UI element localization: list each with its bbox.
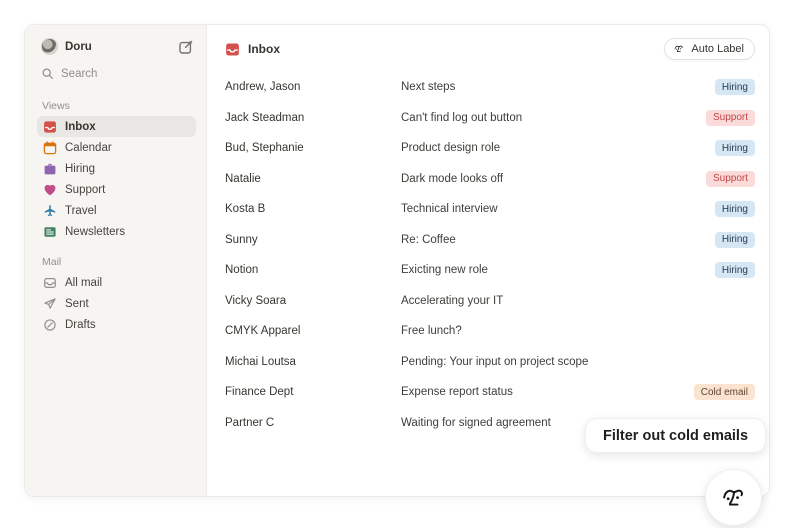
sidebar-item-all-mail[interactable]: All mail	[37, 272, 196, 293]
label-badge-hiring: Hiring	[715, 201, 755, 217]
email-sender: Bud, Stephanie	[225, 142, 401, 154]
ai-face-icon	[719, 483, 749, 513]
sidebar-item-label: All mail	[65, 277, 102, 289]
label-badge-hiring: Hiring	[715, 232, 755, 248]
filter-cold-emails-tooltip[interactable]: Filter out cold emails	[585, 418, 766, 453]
sidebar-sections: Views Inbox Calendar Hiring Support Travel New…	[37, 100, 196, 335]
email-row[interactable]: Vicky SoaraAccelerating your IT	[207, 286, 769, 317]
sidebar-item-sent[interactable]: Sent	[37, 293, 196, 314]
page-title: Inbox	[248, 42, 656, 56]
sidebar-item-newsletters[interactable]: Newsletters	[37, 221, 196, 242]
email-sender: CMYK Apparel	[225, 325, 401, 337]
email-subject: Free lunch?	[401, 325, 755, 337]
plane-icon	[43, 204, 57, 218]
ai-face-icon	[673, 43, 685, 55]
inbox-header: Inbox Auto Label	[207, 25, 769, 70]
email-sender: Natalie	[225, 173, 401, 185]
email-row[interactable]: Kosta BTechnical interviewHiring	[207, 194, 769, 225]
email-row[interactable]: Jack SteadmanCan't find log out buttonSu…	[207, 103, 769, 134]
email-sender: Andrew, Jason	[225, 81, 401, 93]
email-subject: Re: Coffee	[401, 234, 715, 246]
briefcase-icon	[43, 162, 57, 176]
section-label: Mail	[42, 256, 196, 268]
email-subject: Pending: Your input on project scope	[401, 356, 755, 368]
sidebar-item-label: Newsletters	[65, 226, 125, 238]
email-subject: Dark mode looks off	[401, 173, 706, 185]
email-row[interactable]: Michai LoutsaPending: Your input on proj…	[207, 347, 769, 378]
email-row[interactable]: Andrew, JasonNext stepsHiring	[207, 72, 769, 103]
sidebar-item-label: Drafts	[65, 319, 96, 331]
label-badge-support: Support	[706, 110, 755, 126]
label-badge-hiring: Hiring	[715, 79, 755, 95]
email-sender: Partner C	[225, 417, 401, 429]
email-sender: Finance Dept	[225, 386, 401, 398]
sidebar-item-label: Calendar	[65, 142, 112, 154]
email-row[interactable]: Finance DeptExpense report statusCold em…	[207, 377, 769, 408]
email-sender: Vicky Soara	[225, 295, 401, 307]
label-badge-hiring: Hiring	[715, 262, 755, 278]
email-sender: Notion	[225, 264, 401, 276]
email-subject: Can't find log out button	[401, 112, 706, 124]
sidebar: Doru Search Views Inbox Calendar Hiring Supp…	[25, 25, 207, 496]
user-row[interactable]: Doru	[37, 36, 196, 57]
email-sender: Michai Loutsa	[225, 356, 401, 368]
send-icon	[43, 297, 57, 311]
label-badge-cold-email: Cold email	[694, 384, 755, 400]
email-sender: Jack Steadman	[225, 112, 401, 124]
heart-icon	[43, 183, 57, 197]
email-list: Andrew, JasonNext stepsHiringJack Steadm…	[207, 72, 769, 438]
sidebar-item-label: Sent	[65, 298, 89, 310]
search-placeholder: Search	[61, 68, 97, 80]
avatar[interactable]	[41, 38, 58, 55]
email-subject: Technical interview	[401, 203, 715, 215]
archive-icon	[43, 276, 57, 290]
inbox-icon	[225, 42, 240, 57]
email-sender: Kosta B	[225, 203, 401, 215]
pencil-circle-icon	[43, 318, 57, 332]
email-sender: Sunny	[225, 234, 401, 246]
email-subject: Next steps	[401, 81, 715, 93]
email-row[interactable]: SunnyRe: CoffeeHiring	[207, 225, 769, 256]
sidebar-item-label: Travel	[65, 205, 97, 217]
email-subject: Product design role	[401, 142, 715, 154]
compose-icon[interactable]	[178, 39, 194, 55]
auto-label-label: Auto Label	[691, 43, 744, 55]
email-row[interactable]: CMYK ApparelFree lunch?	[207, 316, 769, 347]
sidebar-item-travel[interactable]: Travel	[37, 200, 196, 221]
calendar-icon	[43, 141, 57, 155]
sidebar-item-label: Support	[65, 184, 105, 196]
sidebar-item-label: Hiring	[65, 163, 95, 175]
search-input[interactable]: Search	[37, 61, 196, 86]
ai-assistant-button[interactable]	[705, 469, 762, 526]
sidebar-item-support[interactable]: Support	[37, 179, 196, 200]
sidebar-item-hiring[interactable]: Hiring	[37, 158, 196, 179]
sidebar-item-calendar[interactable]: Calendar	[37, 137, 196, 158]
search-icon	[41, 67, 54, 80]
newspaper-icon	[43, 225, 57, 239]
email-row[interactable]: Bud, StephanieProduct design roleHiring	[207, 133, 769, 164]
email-subject: Expense report status	[401, 386, 694, 398]
sidebar-item-label: Inbox	[65, 121, 96, 133]
user-name: Doru	[65, 41, 171, 53]
email-subject: Exicting new role	[401, 264, 715, 276]
app-window: Doru Search Views Inbox Calendar Hiring Supp…	[0, 0, 800, 528]
sidebar-item-drafts[interactable]: Drafts	[37, 314, 196, 335]
sidebar-item-inbox[interactable]: Inbox	[37, 116, 196, 137]
section-label: Views	[42, 100, 196, 112]
label-badge-hiring: Hiring	[715, 140, 755, 156]
email-row[interactable]: NotionExicting new roleHiring	[207, 255, 769, 286]
label-badge-support: Support	[706, 171, 755, 187]
email-row[interactable]: NatalieDark mode looks offSupport	[207, 164, 769, 195]
auto-label-button[interactable]: Auto Label	[664, 38, 755, 60]
email-subject: Accelerating your IT	[401, 295, 755, 307]
inbox-icon	[43, 120, 57, 134]
